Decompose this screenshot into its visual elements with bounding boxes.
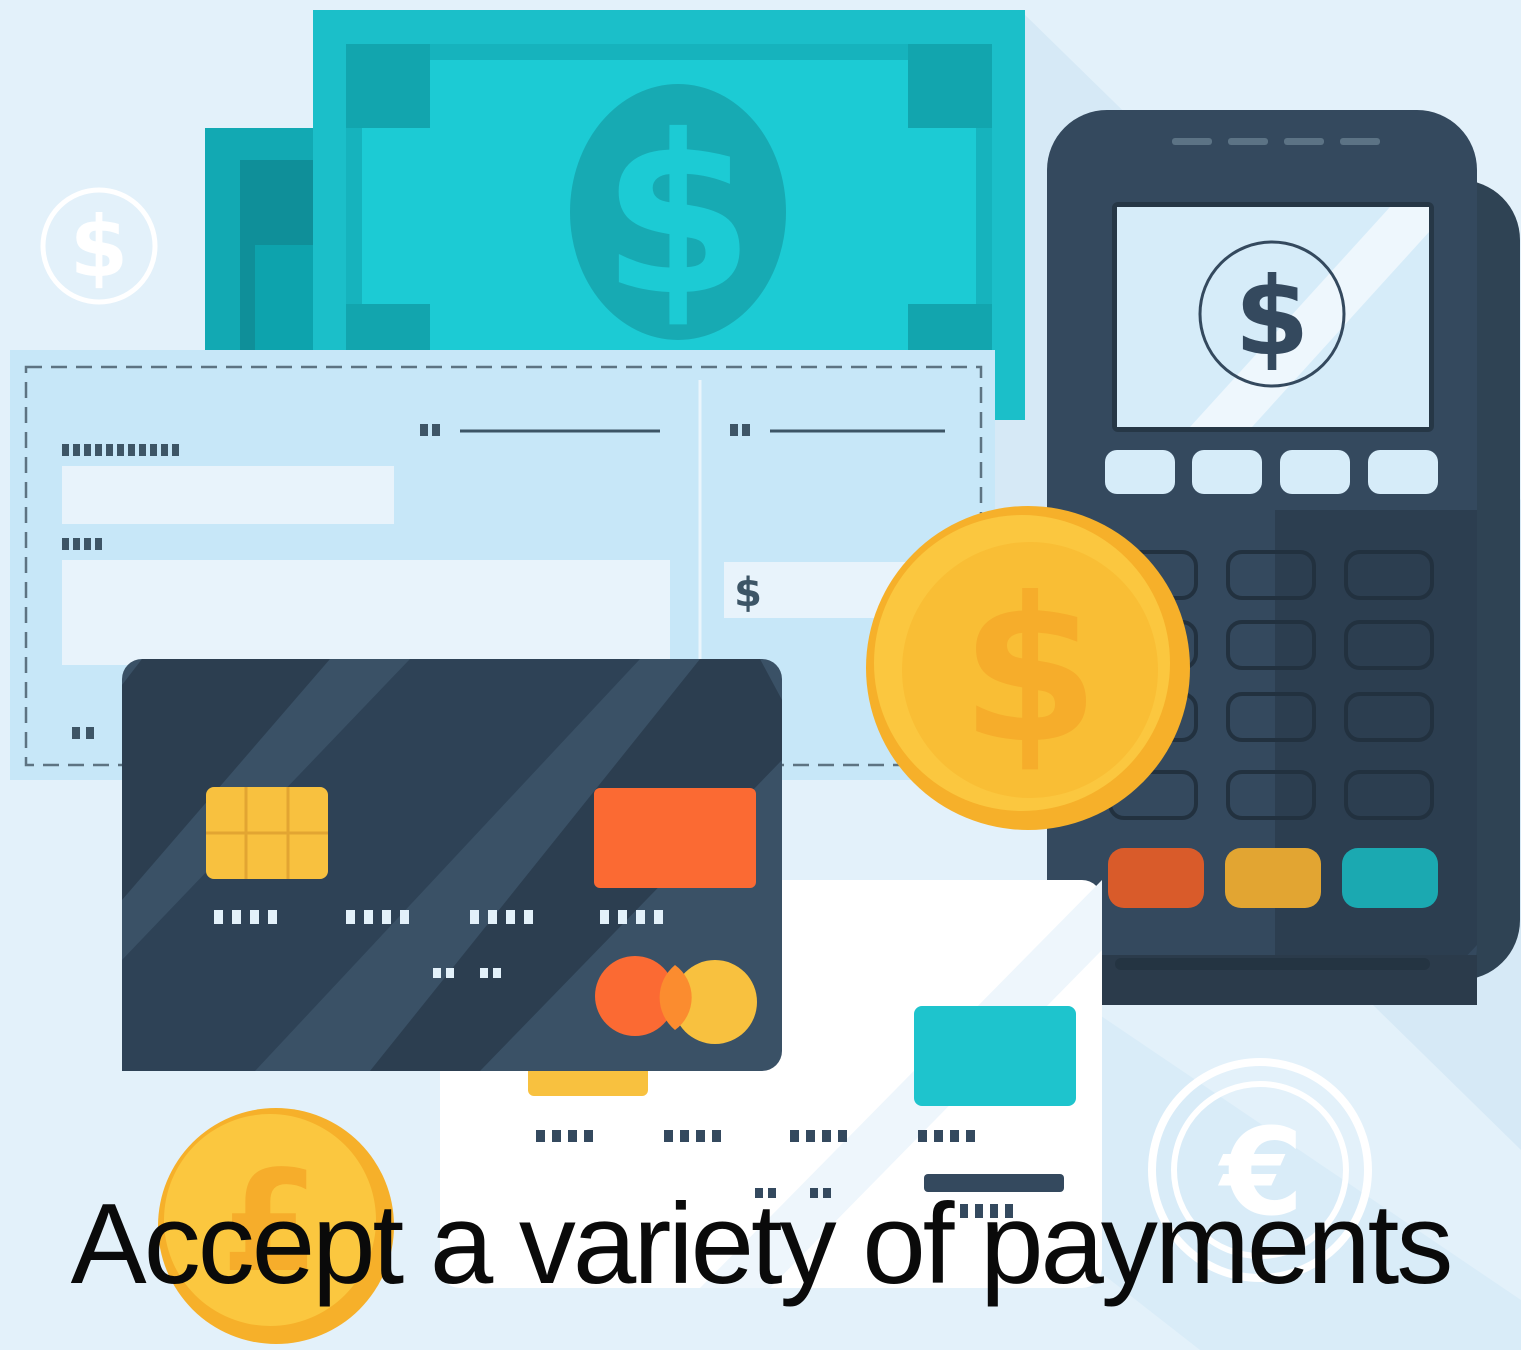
svg-text:$: $ (734, 570, 762, 616)
dollar-badge-icon: $ (40, 187, 158, 305)
svg-text:$: $ (960, 555, 1099, 788)
svg-text:$: $ (601, 88, 754, 344)
illustration-canvas: $ $ $ $ $ € £ (10, 10, 1521, 1350)
payments-illustration: $ $ $ $ $ € £ Accept a variety of paymen… (0, 0, 1521, 1350)
svg-text:$: $ (1234, 255, 1309, 380)
credit-card-icon (122, 659, 782, 1071)
caption-title: Accept a variety of payments (70, 1181, 1454, 1308)
dollar-coin-icon: $ (866, 506, 1190, 830)
svg-text:$: $ (70, 198, 128, 296)
